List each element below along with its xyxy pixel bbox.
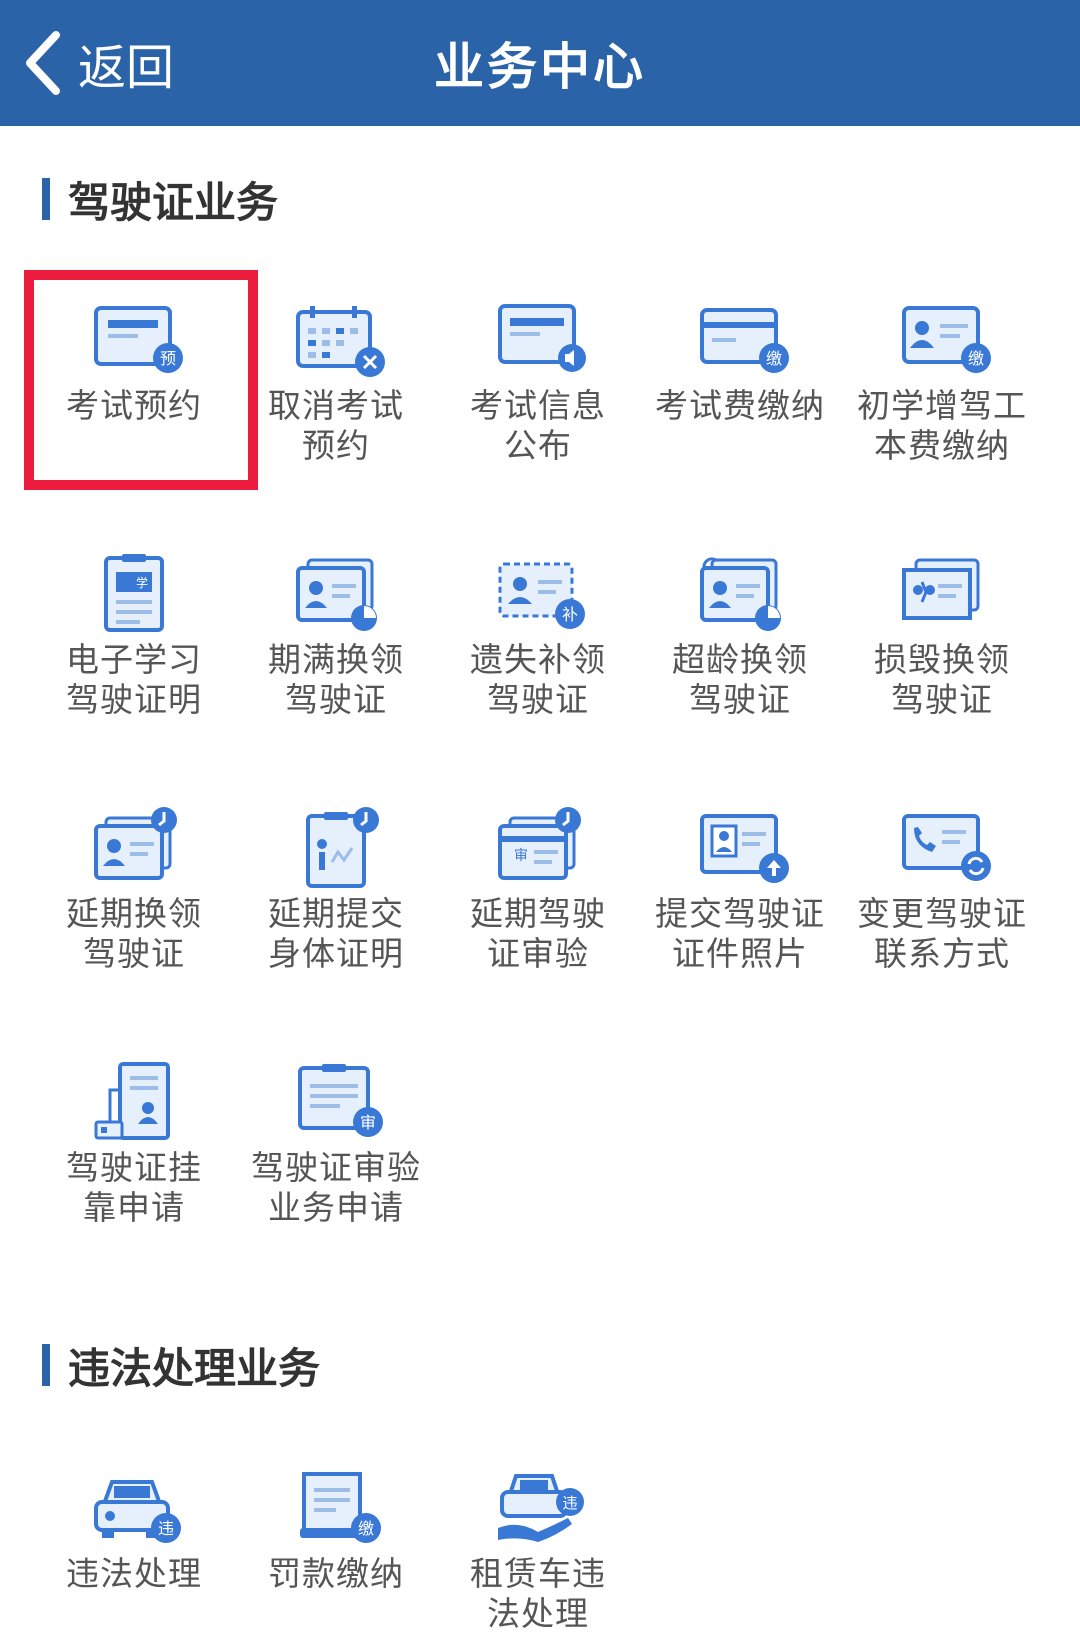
tile-learner-fee-payment[interactable]: 缴 初学增驾工 本费缴纳 <box>841 270 1043 524</box>
section-title-license: 驾驶证业务 <box>0 170 1080 228</box>
tile-reissue-lost-license[interactable]: 补 遗失补领 驾驶证 <box>437 524 639 778</box>
audit-delay-icon: 审 <box>498 807 581 880</box>
tile-label: 延期换领 驾驶证 <box>66 894 202 973</box>
license-services-grid: 预 考试预约 取消考试 预约 考试信息 公布 缴 考试费缴纳 缴 初学增驾工 本… <box>0 270 1080 1286</box>
tile-renew-expired-license[interactable]: 期满换领 驾驶证 <box>235 524 437 778</box>
tile-label: 驾驶证审验 业务申请 <box>251 1148 421 1227</box>
tile-label: 遗失补领 驾驶证 <box>470 640 606 719</box>
tile-license-audit-application[interactable]: 审 驾驶证审验 业务申请 <box>235 1032 437 1286</box>
tile-fine-payment[interactable]: 缴 罚款缴纳 <box>235 1438 437 1632</box>
section-accent-bar <box>42 178 50 220</box>
tile-overage-license-renewal[interactable]: 超龄换领 驾驶证 <box>639 524 841 778</box>
section-title-text: 违法处理业务 <box>68 1343 321 1393</box>
svg-text:缴: 缴 <box>968 349 984 368</box>
back-label: 返回 <box>78 40 175 96</box>
tile-submit-license-photo[interactable]: 提交驾驶证 证件照片 <box>639 778 841 1032</box>
audit-apply-icon: 审 <box>298 1064 383 1137</box>
tile-exam-fee-payment[interactable]: 缴 考试费缴纳 <box>639 270 841 524</box>
tile-delayed-license-audit[interactable]: 审 延期驾驶 证审验 <box>437 778 639 1032</box>
tile-label: 期满换领 驾驶证 <box>268 640 404 719</box>
calendar-cancel-icon <box>296 306 385 377</box>
svg-text:补: 补 <box>562 605 578 624</box>
back-button[interactable]: 返回 <box>24 0 174 126</box>
tile-label: 驾驶证挂 靠申请 <box>66 1148 202 1227</box>
tile-label: 罚款缴纳 <box>268 1554 404 1593</box>
tile-change-license-contact[interactable]: 变更驾驶证 联系方式 <box>841 778 1043 1032</box>
section-accent-bar <box>42 1344 50 1386</box>
svg-text:缴: 缴 <box>766 349 782 368</box>
health-cert-delay-icon <box>306 807 379 888</box>
section-title-text: 驾驶证业务 <box>68 177 279 227</box>
tile-label: 损毁换领 驾驶证 <box>874 640 1010 719</box>
card-speaker-icon <box>498 304 586 372</box>
svg-text:违: 违 <box>158 1519 174 1538</box>
clipboard-learn-icon: 学 <box>104 554 164 632</box>
section-title-violations: 违法处理业务 <box>0 1336 1080 1394</box>
license-reissue-icon: 补 <box>498 562 585 629</box>
card-pay-icon: 缴 <box>700 308 789 373</box>
chevron-left-icon <box>26 31 60 95</box>
page-title: 业务中心 <box>434 38 646 96</box>
tile-cancel-exam-appointment[interactable]: 取消考试 预约 <box>235 270 437 524</box>
svg-text:缴: 缴 <box>358 1519 374 1538</box>
id-card-pay-icon: 缴 <box>902 306 991 373</box>
tile-exam-info-publish[interactable]: 考试信息 公布 <box>437 270 639 524</box>
photo-upload-icon <box>700 814 789 883</box>
tile-label: 考试信息 公布 <box>470 386 606 465</box>
tile-label: 提交驾驶证 证件照片 <box>655 894 825 973</box>
svg-text:预: 预 <box>160 349 176 368</box>
calendar-card-icon: 预 <box>94 306 183 373</box>
tile-delayed-license-renewal[interactable]: 延期换领 驾驶证 <box>33 778 235 1032</box>
tile-exam-appointment[interactable]: 预 考试预约 <box>24 270 258 524</box>
tile-license-affiliation-application[interactable]: 驾驶证挂 靠申请 <box>33 1032 235 1286</box>
tile-delayed-health-certificate[interactable]: 延期提交 身体证明 <box>235 778 437 1032</box>
license-overage-icon <box>700 557 781 631</box>
tile-label: 变更驾驶证 联系方式 <box>857 894 1027 973</box>
svg-text:违: 违 <box>562 1494 577 1512</box>
violation-services-grid: 违 违法处理 缴 罚款缴纳 违 租赁车违 法处理 <box>0 1438 1080 1632</box>
tile-label: 租赁车违 法处理 <box>470 1554 606 1632</box>
svg-text:审: 审 <box>514 848 528 864</box>
license-delay-icon <box>94 807 177 880</box>
tile-label: 超龄换领 驾驶证 <box>672 640 808 719</box>
tile-label: 初学增驾工 本费缴纳 <box>857 386 1027 465</box>
tile-label: 延期提交 身体证明 <box>268 894 404 973</box>
tile-label: 延期驾驶 证审验 <box>470 894 606 973</box>
tile-label: 考试预约 <box>66 386 202 425</box>
license-renew-icon <box>296 558 377 631</box>
contact-change-icon <box>902 814 991 881</box>
tile-label: 考试费缴纳 <box>655 386 825 425</box>
affiliation-doc-icon <box>94 1062 170 1140</box>
tile-label: 违法处理 <box>66 1554 202 1593</box>
car-violation-icon: 违 <box>94 1480 181 1543</box>
tile-label: 取消考试 预约 <box>268 386 404 465</box>
license-damaged-icon <box>902 558 980 620</box>
fine-pay-icon: 缴 <box>300 1472 381 1543</box>
tile-label: 电子学习 驾驶证明 <box>66 640 202 719</box>
svg-text:审: 审 <box>360 1113 376 1132</box>
rental-car-violation-icon: 违 <box>498 1474 584 1542</box>
svg-text:学: 学 <box>136 575 148 590</box>
tile-damaged-license-renewal[interactable]: 损毁换领 驾驶证 <box>841 524 1043 778</box>
header-bar: 返回 业务中心 <box>0 0 1080 126</box>
tile-rental-car-violation[interactable]: 违 租赁车违 法处理 <box>437 1438 639 1632</box>
tile-e-learning-proof[interactable]: 学 电子学习 驾驶证明 <box>33 524 235 778</box>
tile-violation-handling[interactable]: 违 违法处理 <box>33 1438 235 1632</box>
